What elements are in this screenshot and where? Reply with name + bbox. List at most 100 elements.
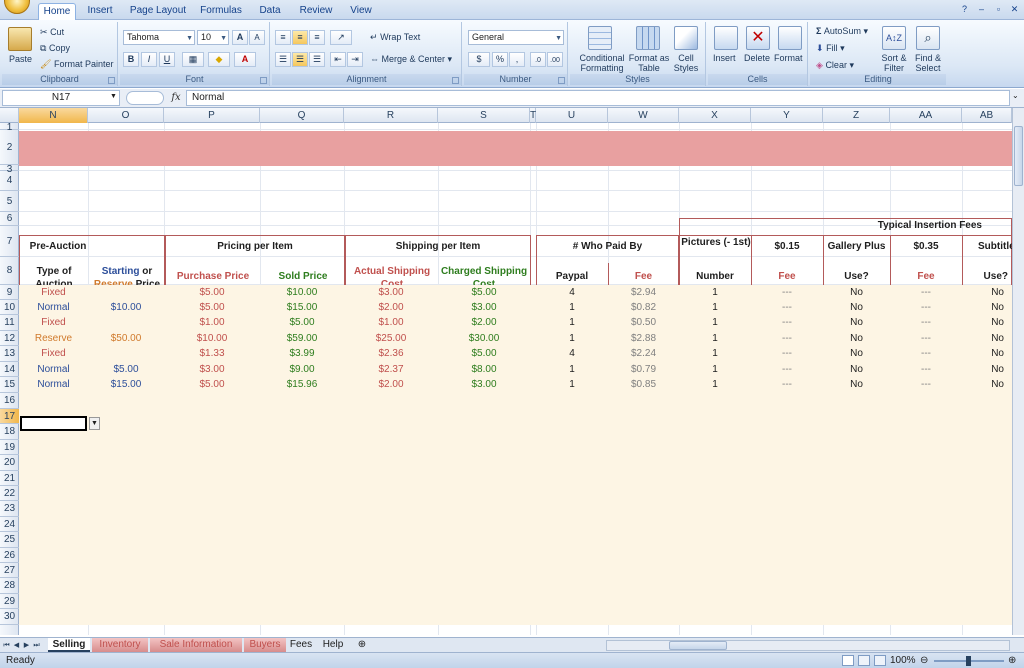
percent-button[interactable]: %: [492, 52, 508, 67]
table-cell-purchase[interactable]: $5.00: [164, 285, 260, 300]
format-cells-button[interactable]: Format: [774, 53, 803, 63]
row-header[interactable]: 18: [0, 424, 19, 440]
tab-view[interactable]: View: [344, 3, 378, 20]
table-cell-start[interactable]: [88, 285, 164, 300]
conditional-formatting-icon[interactable]: [588, 26, 612, 50]
row-header[interactable]: 27: [0, 563, 19, 578]
table-cell-purchase[interactable]: $5.00: [164, 377, 260, 393]
table-cell-fee35[interactable]: ---: [890, 362, 962, 377]
help-icon[interactable]: ?: [958, 4, 971, 16]
restore-icon[interactable]: ▫: [992, 4, 1005, 16]
column-header[interactable]: AB: [962, 108, 1012, 123]
decrease-indent-button[interactable]: ⇤: [330, 52, 346, 67]
increase-indent-button[interactable]: ⇥: [347, 52, 363, 67]
number-launcher-icon[interactable]: [558, 77, 565, 84]
column-header[interactable]: Q: [260, 108, 344, 123]
clipboard-launcher-icon[interactable]: [108, 77, 115, 84]
align-top-button[interactable]: ≡: [275, 30, 291, 45]
table-cell-fee15[interactable]: ---: [751, 315, 823, 331]
fill-color-button[interactable]: ◆: [208, 52, 230, 67]
align-right-button[interactable]: ☰: [309, 52, 325, 67]
decrease-decimal-button[interactable]: .00: [547, 52, 563, 67]
last-sheet-icon[interactable]: ⏭: [32, 640, 41, 651]
table-cell-pictures[interactable]: 1: [679, 346, 751, 362]
sort-filter-button[interactable]: Sort & Filter: [876, 53, 912, 73]
bold-button[interactable]: B: [123, 52, 139, 67]
align-bottom-button[interactable]: ≡: [309, 30, 325, 45]
table-cell-sold[interactable]: $59.00: [260, 331, 344, 346]
table-cell-fee15[interactable]: ---: [751, 362, 823, 377]
table-cell-paypal[interactable]: 1: [536, 331, 608, 346]
table-cell-type[interactable]: Reserve: [19, 331, 88, 346]
first-sheet-icon[interactable]: ⏮: [2, 640, 11, 651]
tab-home[interactable]: Home: [38, 3, 76, 21]
table-cell-gallery[interactable]: No: [823, 315, 890, 331]
table-cell-fee35[interactable]: ---: [890, 315, 962, 331]
comma-button[interactable]: ,: [509, 52, 525, 67]
table-cell-start[interactable]: $5.00: [88, 362, 164, 377]
close-icon[interactable]: ✕: [1008, 4, 1021, 16]
table-cell-charged[interactable]: $3.00: [438, 377, 530, 393]
table-cell-sold[interactable]: $15.00: [260, 300, 344, 315]
table-cell-actual[interactable]: $2.00: [344, 377, 438, 393]
table-cell-charged[interactable]: $2.00: [438, 315, 530, 331]
table-cell-paypal[interactable]: 4: [536, 346, 608, 362]
align-center-button[interactable]: ☰: [292, 52, 308, 67]
table-cell-fee[interactable]: $2.94: [608, 285, 679, 300]
page-layout-view-icon[interactable]: [858, 655, 870, 666]
paste-button[interactable]: Paste: [9, 54, 32, 64]
clear-button[interactable]: ◈ Clear ▾: [816, 60, 854, 71]
table-cell-paypal[interactable]: 1: [536, 377, 608, 393]
sort-filter-icon[interactable]: A↕Z: [882, 26, 906, 50]
cell-dropdown-button[interactable]: ▼: [89, 417, 100, 430]
table-cell-paypal[interactable]: 1: [536, 362, 608, 377]
prev-sheet-icon[interactable]: ◀: [12, 640, 21, 651]
row-header[interactable]: 8: [0, 257, 19, 285]
table-cell-purchase[interactable]: $3.00: [164, 362, 260, 377]
table-cell-purchase[interactable]: $1.00: [164, 315, 260, 331]
delete-cells-icon[interactable]: ✕: [746, 26, 770, 50]
row-header[interactable]: 12: [0, 331, 19, 346]
orientation-button[interactable]: ↗: [330, 30, 352, 45]
row-header[interactable]: 10: [0, 300, 19, 315]
table-cell-purchase[interactable]: $1.33: [164, 346, 260, 362]
next-sheet-icon[interactable]: ▶: [22, 640, 31, 651]
table-cell-gallery[interactable]: No: [823, 331, 890, 346]
format-table-button[interactable]: Format as Table: [628, 53, 670, 73]
table-cell-fee35[interactable]: ---: [890, 377, 962, 393]
autosum-button[interactable]: Σ AutoSum ▾: [816, 26, 868, 37]
borders-button[interactable]: ▦: [182, 52, 204, 67]
row-header[interactable]: 5: [0, 191, 19, 212]
table-cell-pictures[interactable]: 1: [679, 331, 751, 346]
row-header[interactable]: 1: [0, 123, 19, 133]
table-cell-pictures[interactable]: 1: [679, 285, 751, 300]
table-cell-subtitle[interactable]: No: [962, 315, 1012, 331]
tab-data[interactable]: Data: [252, 3, 288, 20]
column-header[interactable]: O: [88, 108, 164, 123]
copy-button[interactable]: ⧉ Copy: [40, 43, 70, 54]
worksheet-grid[interactable]: Pre-Auction Type of Auction Starting orR…: [19, 123, 1012, 635]
row-header[interactable]: 21: [0, 471, 19, 486]
paste-icon[interactable]: [8, 27, 32, 51]
formula-bar-splitter[interactable]: [126, 91, 164, 105]
table-cell-gallery[interactable]: No: [823, 285, 890, 300]
table-cell-subtitle[interactable]: No: [962, 300, 1012, 315]
font-size-combo[interactable]: 10 ▼: [197, 30, 229, 45]
table-cell-subtitle[interactable]: No: [962, 377, 1012, 393]
table-cell-paypal[interactable]: 1: [536, 315, 608, 331]
sheet-tab-sale-information[interactable]: Sale Information: [150, 638, 242, 652]
underline-button[interactable]: U: [159, 52, 175, 67]
row-header[interactable]: 29: [0, 594, 19, 609]
table-cell-charged[interactable]: $30.00: [438, 331, 530, 346]
table-cell-type[interactable]: Normal: [19, 362, 88, 377]
vertical-scrollbar[interactable]: [1012, 108, 1024, 635]
row-header[interactable]: 19: [0, 440, 19, 455]
cut-button[interactable]: ✂ Cut: [40, 27, 64, 38]
table-cell-pictures[interactable]: 1: [679, 377, 751, 393]
table-cell-paypal[interactable]: 4: [536, 285, 608, 300]
row-header[interactable]: 24: [0, 517, 19, 532]
zoom-level[interactable]: 100%: [890, 653, 916, 668]
page-break-view-icon[interactable]: [874, 655, 886, 666]
formula-input[interactable]: Normal: [186, 90, 1010, 106]
column-header[interactable]: X: [679, 108, 751, 123]
